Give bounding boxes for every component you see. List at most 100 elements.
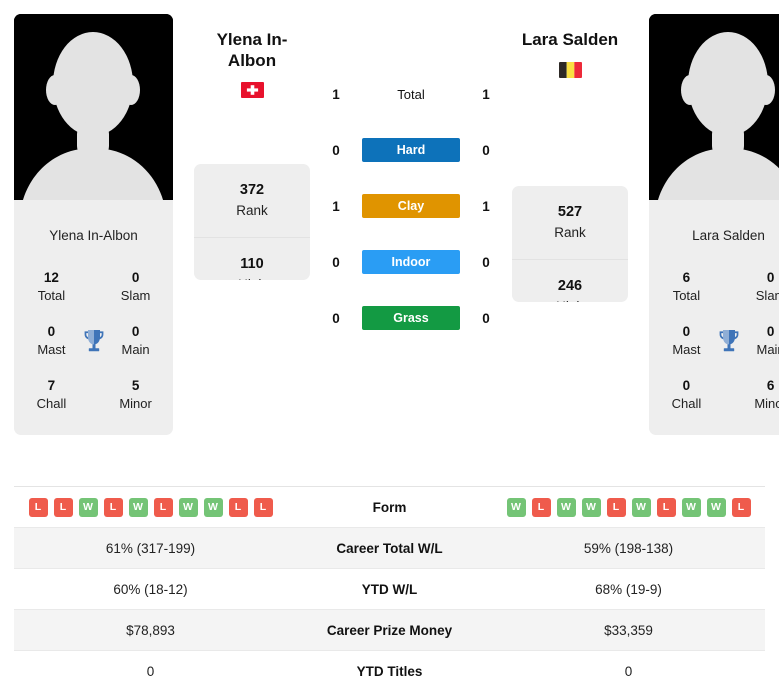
stat-chall-left: 7 Chall (26, 377, 77, 413)
player-name-left-line2: Albon (227, 50, 277, 70)
ytd-wl-left: 60% (18-12) (113, 581, 188, 597)
table-row: $78,893 Career Prize Money $33,359 (14, 610, 765, 651)
form-badge-win[interactable]: W (506, 497, 526, 517)
player-name-block-left: Ylena In- Albon (194, 14, 310, 130)
h2h-grass-left-score: 0 (332, 310, 340, 326)
high-label-left: High (238, 275, 266, 280)
stat-total-left: 12 Total (26, 269, 77, 305)
h2h-grass-right-score: 0 (482, 310, 490, 326)
form-badge-loss[interactable]: L (531, 497, 551, 517)
row-label-prize-money: Career Prize Money (326, 622, 453, 638)
h2h-indoor-left-score: 0 (332, 254, 340, 270)
form-badge-win[interactable]: W (78, 497, 98, 517)
career-wl-right: 59% (198-138) (583, 540, 674, 556)
ytd-wl-right: 68% (19-9) (595, 581, 662, 597)
titles-row-total-slam-right: 6 Total 0 Slam (659, 260, 779, 314)
player-card-left[interactable]: Ylena In-Albon 12 Total 0 Slam 0 Mast 0 … (14, 14, 173, 436)
h2h-row-indoor: 0 Indoor 0 (310, 234, 512, 290)
stat-total-value-left: 12 (43, 270, 59, 286)
titles-grid-left: 12 Total 0 Slam 0 Mast 0 Main 7 Chall 5 … (14, 260, 173, 435)
h2h-row-clay: 1 Clay 1 (310, 178, 512, 234)
stat-slam-label-left: Slam (120, 288, 151, 304)
form-badge-win[interactable]: W (178, 497, 198, 517)
rank-cell-high-right: 246 High (512, 260, 628, 302)
flag-belgium-wrap (512, 61, 628, 78)
titles-grid-right: 6 Total 0 Slam 0 Mast (649, 260, 779, 435)
rank-label-left: Rank (236, 203, 268, 219)
stat-main-right: 0 Main (745, 323, 779, 359)
stat-slam-value-left: 0 (131, 270, 140, 286)
row-label-ytd-titles: YTD Titles (356, 664, 423, 679)
h2h-total-right-score: 1 (482, 86, 490, 102)
h2h-hard-left-score: 0 (332, 142, 340, 158)
table-row: 0 YTD Titles 0 (14, 651, 765, 692)
form-badge-loss[interactable]: L (228, 497, 248, 517)
titles-row-chall-minor-right: 0 Chall 6 Minor (659, 368, 779, 422)
stat-total-right: 6 Total (661, 269, 712, 305)
form-badge-loss[interactable]: L (731, 497, 751, 517)
form-badge-loss[interactable]: L (606, 497, 626, 517)
form-badge-win[interactable]: W (581, 497, 601, 517)
high-value-right: 246 (557, 278, 583, 295)
player-card-right[interactable]: Lara Salden 6 Total 0 Slam 0 (649, 14, 779, 436)
form-strip-right: WLWWLWLWWL (506, 497, 751, 517)
form-badge-win[interactable]: W (128, 497, 148, 517)
prize-money-right: $33,359 (604, 622, 653, 638)
form-badge-loss[interactable]: L (103, 497, 123, 517)
h2h-hard-badge[interactable]: Hard (362, 138, 460, 162)
stat-slam-label-right: Slam (755, 288, 779, 304)
rank-value-right: 527 (557, 204, 583, 221)
ytd-titles-right: 0 (624, 664, 633, 679)
trophy-icon (77, 328, 110, 354)
player-card-name-right: Lara Salden (692, 228, 765, 243)
high-label-right: High (556, 297, 584, 302)
high-value-left: 110 (240, 256, 264, 273)
player-name-left-line1: Ylena In- (216, 30, 288, 49)
trophy-icon (712, 328, 745, 354)
avatar-silhouette-icon (649, 14, 779, 214)
form-badge-win[interactable]: W (681, 497, 701, 517)
titles-row-mast-main-left: 0 Mast 0 Main (24, 314, 163, 368)
h2h-grass-badge[interactable]: Grass (362, 306, 460, 330)
titles-row-chall-minor-left: 7 Chall 5 Minor (24, 368, 163, 422)
stat-chall-right: 0 Chall (661, 377, 712, 413)
form-badge-loss[interactable]: L (28, 497, 48, 517)
h2h-total-label: Total (397, 86, 425, 102)
form-badge-loss[interactable]: L (153, 497, 173, 517)
form-badge-loss[interactable]: L (253, 497, 273, 517)
head-to-head-column: 1 Total 1 0 Hard 0 1 Clay 1 0 Indoor 0 0 (310, 14, 512, 346)
stat-minor-value-right: 6 (766, 377, 775, 393)
flag-switzerland-wrap (194, 82, 310, 99)
comparison-header-area: Ylena In-Albon 12 Total 0 Slam 0 Mast 0 … (0, 0, 779, 436)
avatar-right (649, 14, 779, 214)
form-strip-left-cell: LLWLWLWWLL (14, 497, 287, 517)
player-left-info-column: Ylena In- Albon 372 Rank 110 (173, 14, 310, 280)
stat-mast-value-right: 0 (682, 323, 691, 339)
table-row: 60% (18-12) YTD W/L 68% (19-9) (14, 569, 765, 610)
stat-slam-left: 0 Slam (110, 269, 161, 305)
stat-main-value-left: 0 (131, 323, 140, 339)
stat-chall-value-left: 7 (47, 377, 56, 393)
stat-total-value-right: 6 (682, 270, 691, 286)
comparison-stats-table: LLWLWLWWLL Form WLWWLWLWWL 61% (317-199)… (14, 486, 765, 692)
player-comparison-page: Ylena In-Albon 12 Total 0 Slam 0 Mast 0 … (0, 0, 779, 699)
table-row: LLWLWLWWLL Form WLWWLWLWWL (14, 487, 765, 528)
stat-total-label-right: Total (672, 288, 701, 304)
form-badge-loss[interactable]: L (53, 497, 73, 517)
stat-chall-label-left: Chall (36, 395, 67, 411)
trophy-icon-glyph (719, 329, 738, 352)
form-badge-win[interactable]: W (556, 497, 576, 517)
flag-switzerland (240, 82, 264, 99)
form-badge-win[interactable]: W (706, 497, 726, 517)
form-badge-win[interactable]: W (631, 497, 651, 517)
player-name-left: Ylena In- Albon (194, 14, 310, 71)
h2h-indoor-badge[interactable]: Indoor (362, 250, 460, 274)
h2h-clay-right-score: 1 (482, 198, 490, 214)
stat-mast-label-right: Mast (672, 342, 701, 358)
form-badge-loss[interactable]: L (656, 497, 676, 517)
h2h-clay-badge[interactable]: Clay (362, 194, 460, 218)
h2h-row-grass: 0 Grass 0 (310, 290, 512, 346)
stat-total-label-left: Total (37, 288, 66, 304)
form-badge-win[interactable]: W (203, 497, 223, 517)
player-right-info-column: Lara Salden 527 Rank 246 High (512, 14, 649, 302)
